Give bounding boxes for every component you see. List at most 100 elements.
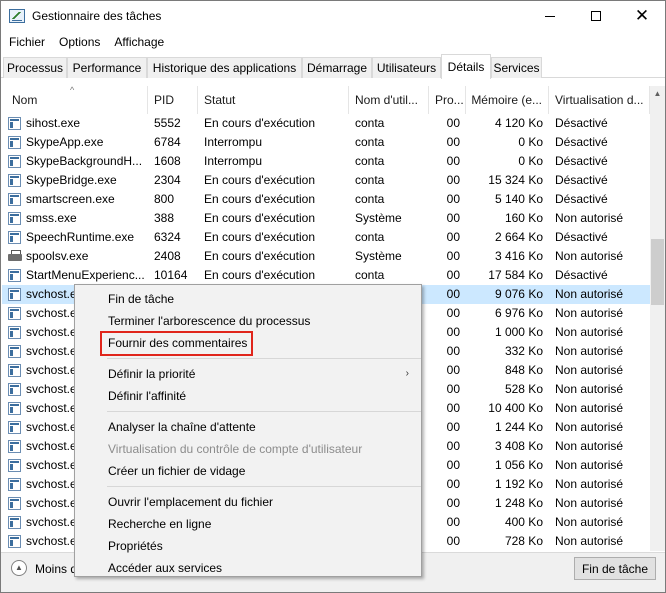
table-row[interactable]: smartscreen.exe 800 En cours d'exécution co… — [2, 190, 650, 209]
cell-memory: 3 416 Ko — [494, 249, 543, 263]
tab-utilisateurs[interactable]: Utilisateurs — [372, 57, 441, 78]
cell-virt: Non autorisé — [555, 477, 624, 491]
context-menu-item-label: Virtualisation du contrôle de compte d'u… — [108, 442, 363, 456]
tab-historique[interactable]: Historique des applications — [147, 57, 302, 78]
context-menu-item-terminer-l-arborescence-du-processus[interactable]: Terminer l'arborescence du processus — [75, 310, 421, 332]
context-menu-item-definir-l-affinite[interactable]: Définir l'affinité — [75, 385, 421, 407]
column-header-virtualisation[interactable]: Virtualisation d... — [549, 86, 650, 114]
cell-memory: 3 408 Ko — [494, 439, 543, 453]
cell-memory: 400 Ko — [504, 515, 543, 529]
cell-virt: Non autorisé — [555, 287, 624, 301]
context-menu-item-ouvrir-l-emplacement-du-fichier[interactable]: Ouvrir l'emplacement du fichier — [75, 491, 421, 513]
tab-demarrage[interactable]: Démarrage — [302, 57, 372, 78]
cell-memory: 1 244 Ko — [494, 420, 543, 434]
menu-separator — [107, 411, 421, 412]
tab-details[interactable]: Détails — [441, 54, 491, 79]
table-row[interactable]: spoolsv.exe 2408 En cours d'exécution Systè… — [2, 247, 650, 266]
cell-cpu: 00 — [446, 515, 460, 529]
cell-cpu: 00 — [446, 420, 460, 434]
cell-cpu: 00 — [446, 401, 460, 415]
cell-virt: Non autorisé — [555, 211, 624, 225]
cell-pid: 5552 — [154, 116, 181, 130]
table-row[interactable]: SkypeBackgroundH... 1608 Interrompu conta 00… — [2, 152, 650, 171]
context-menu: Fin de tâche Terminer l'arborescence du p… — [74, 284, 422, 577]
cell-cpu: 00 — [446, 211, 460, 225]
menu-options[interactable]: Options — [59, 35, 100, 49]
cell-virt: Non autorisé — [555, 439, 624, 453]
cell-virt: Non autorisé — [555, 534, 624, 548]
cell-virt: Non autorisé — [555, 515, 624, 529]
column-header-user[interactable]: Nom d'util... — [349, 86, 429, 114]
process-icon — [8, 383, 21, 396]
cell-cpu: 00 — [446, 325, 460, 339]
cell-cpu: 00 — [446, 363, 460, 377]
less-details-link[interactable]: Moins d — [35, 562, 77, 576]
process-icon — [8, 269, 21, 282]
context-menu-item-creer-un-fichier-de-vidage[interactable]: Créer un fichier de vidage — [75, 460, 421, 482]
cell-name: spoolsv.exe — [26, 249, 89, 263]
process-icon — [8, 326, 21, 339]
column-header-cpu[interactable]: Pro... — [429, 86, 466, 114]
tab-processus[interactable]: Processus — [3, 57, 67, 78]
context-menu-item-recherche-en-ligne[interactable]: Recherche en ligne — [75, 513, 421, 535]
cell-user: conta — [355, 268, 385, 282]
table-row[interactable]: SkypeApp.exe 6784 Interrompu conta 00 0 Ko Dés… — [2, 133, 650, 152]
title-bar[interactable]: Gestionnaire des tâches ✕ — [1, 1, 665, 31]
context-menu-item-label: Analyser la chaîne d'attente — [108, 420, 256, 434]
minimize-button[interactable] — [527, 1, 573, 31]
column-header-statut[interactable]: Statut — [198, 86, 349, 114]
cell-status: En cours d'exécution — [204, 116, 316, 130]
cell-cpu: 00 — [446, 458, 460, 472]
cell-cpu: 00 — [446, 496, 460, 510]
table-row[interactable]: sihost.exe 5552 En cours d'exécution conta 0… — [2, 114, 650, 133]
window-title: Gestionnaire des tâches — [32, 9, 162, 23]
menu-fichier[interactable]: Fichier — [9, 35, 45, 49]
cell-memory: 6 976 Ko — [494, 306, 543, 320]
cell-cpu: 00 — [446, 306, 460, 320]
context-menu-item-proprietes[interactable]: Propriétés — [75, 535, 421, 557]
scroll-thumb[interactable] — [651, 239, 664, 305]
menu-separator — [107, 486, 421, 487]
vertical-scrollbar[interactable]: ▲ — [650, 86, 665, 551]
cell-memory: 4 120 Ko — [494, 116, 543, 130]
cell-name: smss.exe — [26, 211, 77, 225]
end-task-button[interactable]: Fin de tâche — [574, 557, 656, 580]
chevron-up-circle-icon[interactable]: ▲ — [11, 560, 27, 576]
context-menu-item-analyser-la-chaine-d-attente[interactable]: Analyser la chaîne d'attente — [75, 416, 421, 438]
process-icon — [8, 193, 21, 206]
context-menu-item-label: Recherche en ligne — [108, 517, 212, 531]
process-icon — [8, 497, 21, 510]
cell-status: En cours d'exécution — [204, 268, 316, 282]
cell-memory: 1 000 Ko — [494, 325, 543, 339]
column-header-memory[interactable]: Mémoire (e... — [466, 86, 549, 114]
table-row[interactable]: smss.exe 388 En cours d'exécution Système 00… — [2, 209, 650, 228]
maximize-button[interactable] — [573, 1, 619, 31]
context-menu-item-label: Définir la priorité — [108, 367, 196, 381]
context-menu-item-label: Ouvrir l'emplacement du fichier — [108, 495, 274, 509]
tab-services[interactable]: Services — [491, 57, 542, 78]
close-button[interactable]: ✕ — [619, 1, 665, 31]
table-row[interactable]: StartMenuExperienc... 10164 En cours d'exé… — [2, 266, 650, 285]
process-icon — [8, 345, 21, 358]
scroll-up-arrow-icon[interactable]: ▲ — [650, 86, 665, 101]
context-menu-item-fournir-des-commentaires[interactable]: Fournir des commentaires — [75, 332, 421, 354]
menu-affichage[interactable]: Affichage — [114, 35, 164, 49]
process-icon — [8, 307, 21, 320]
cell-cpu: 00 — [446, 116, 460, 130]
cell-virt: Désactivé — [555, 230, 608, 244]
cell-user: conta — [355, 173, 385, 187]
process-icon — [8, 459, 21, 472]
cell-memory: 9 076 Ko — [494, 287, 543, 301]
context-menu-item-fin-de-tache[interactable]: Fin de tâche — [75, 288, 421, 310]
cell-cpu: 00 — [446, 287, 460, 301]
cell-user: Système — [355, 249, 402, 263]
table-row[interactable]: SkypeBridge.exe 2304 En cours d'exécution c… — [2, 171, 650, 190]
cell-name: SkypeApp.exe — [26, 135, 104, 149]
column-header-nom[interactable]: Nom — [2, 86, 148, 114]
cell-pid: 388 — [154, 211, 175, 225]
context-menu-item-acceder-aux-services[interactable]: Accéder aux services — [75, 557, 421, 579]
column-header-pid[interactable]: PID — [148, 86, 198, 114]
table-row[interactable]: SpeechRuntime.exe 6324 En cours d'exécutio… — [2, 228, 650, 247]
context-menu-item-definir-la-priorite[interactable]: Définir la priorité › — [75, 363, 421, 385]
tab-performance[interactable]: Performance — [67, 57, 147, 78]
